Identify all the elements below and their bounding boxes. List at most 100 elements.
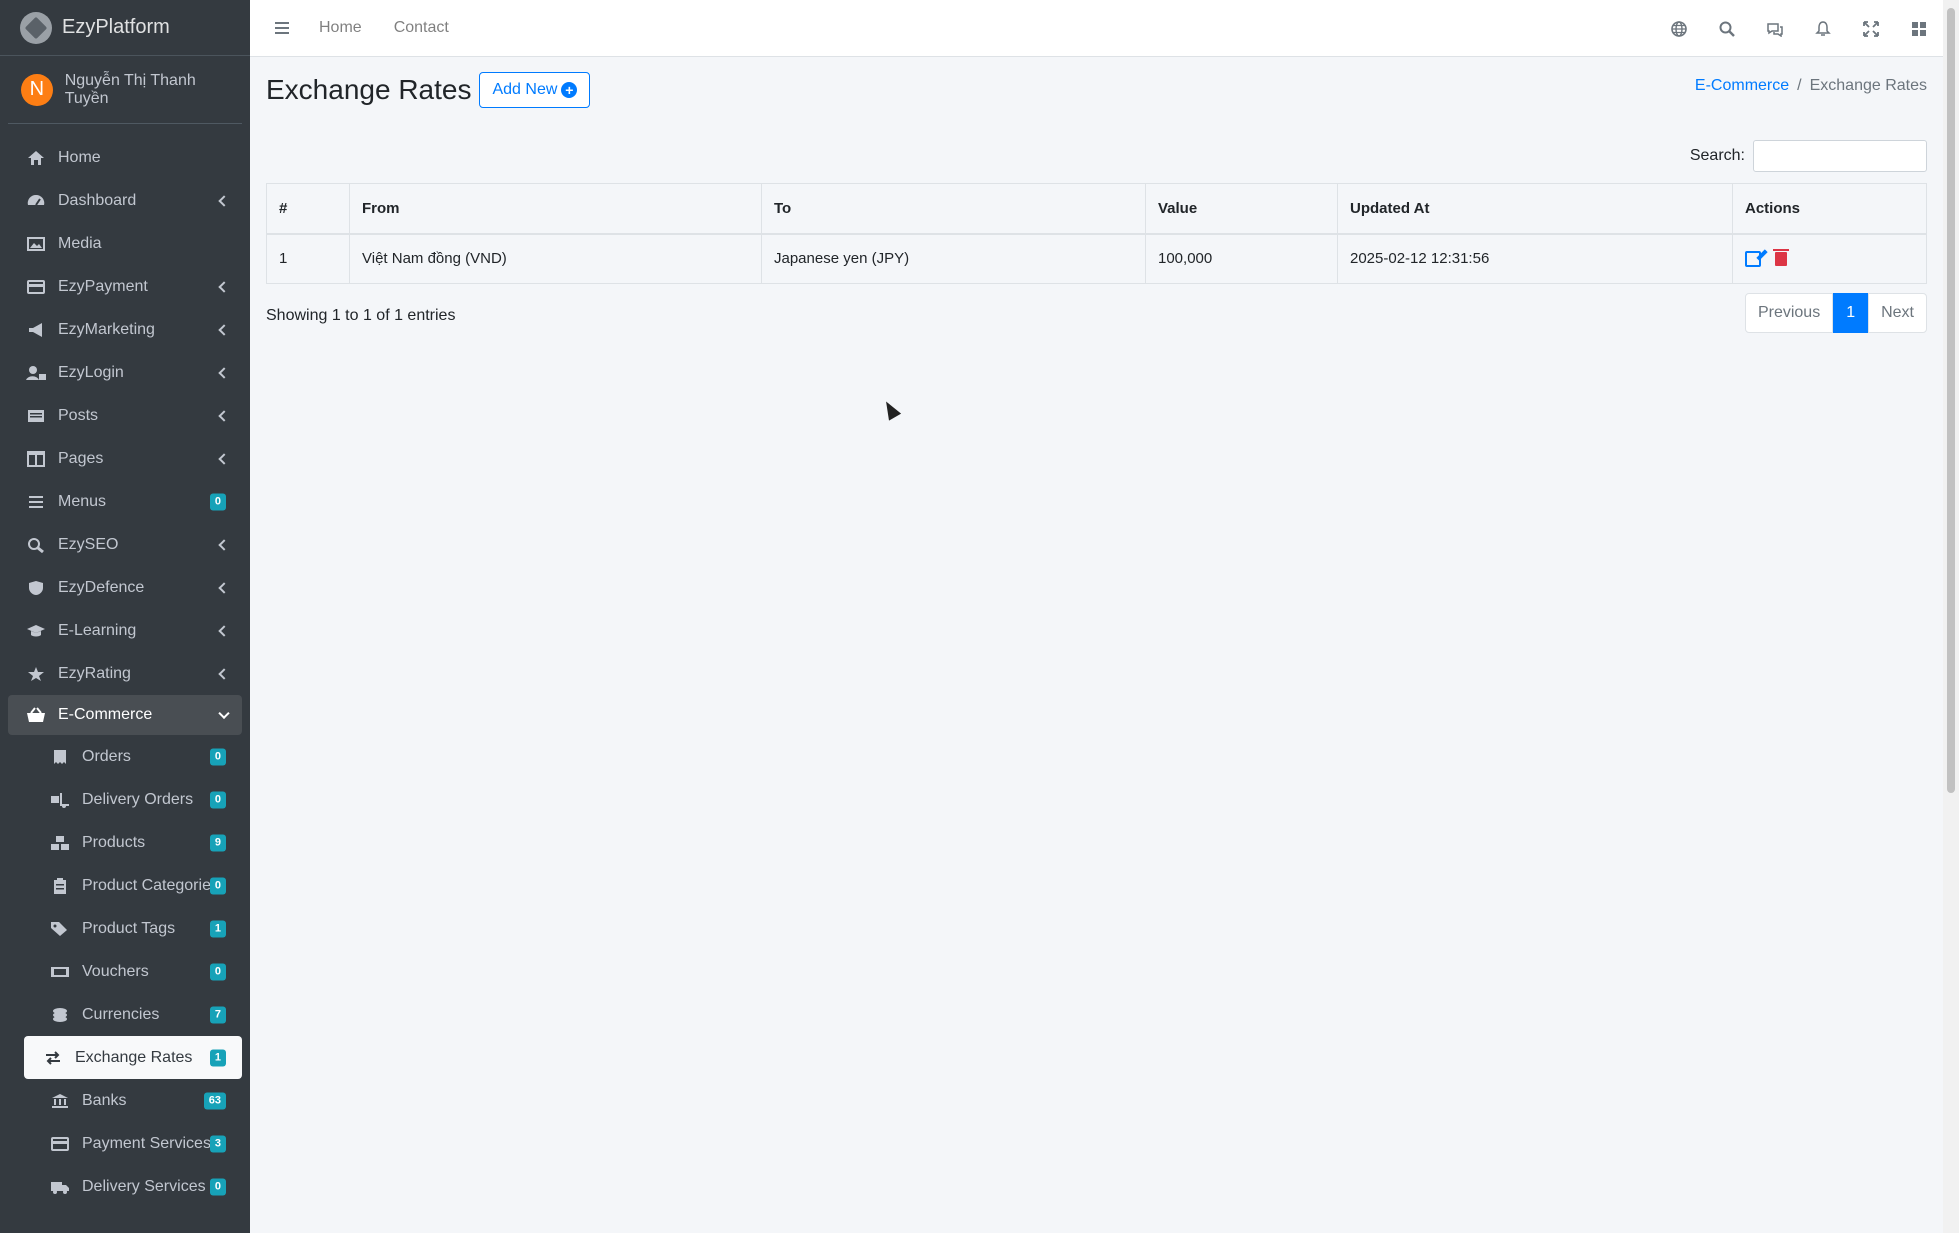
breadcrumb-ecommerce[interactable]: E-Commerce bbox=[1695, 77, 1789, 95]
page-1-button[interactable]: 1 bbox=[1833, 293, 1869, 333]
top-link-contact[interactable]: Contact bbox=[394, 19, 449, 37]
sidebar-item-ezyrating[interactable]: EzyRating bbox=[8, 652, 242, 695]
sidebar-item-vouchers[interactable]: Vouchers 0 bbox=[8, 950, 242, 993]
sidebar-item-posts[interactable]: Posts bbox=[8, 394, 242, 437]
cell-value: 100,000 bbox=[1145, 233, 1338, 284]
avatar: N bbox=[21, 73, 53, 106]
sidebar-item-product-tags[interactable]: Product Tags 1 bbox=[8, 907, 242, 950]
sidebar-item-label: EzyDefence bbox=[58, 578, 145, 596]
graduation-cap-icon bbox=[26, 621, 46, 641]
hamburger-menu-icon[interactable] bbox=[275, 22, 291, 34]
top-icons bbox=[1655, 0, 1943, 57]
sidebar-item-label: EzyPayment bbox=[58, 277, 148, 295]
sidebar-item-exchange-rates[interactable]: Exchange Rates 1 bbox=[24, 1036, 242, 1079]
column-header-value[interactable]: Value bbox=[1145, 183, 1338, 235]
sidebar-item-label: EzyMarketing bbox=[58, 320, 155, 338]
sidebar-item-label: Vouchers bbox=[82, 962, 149, 980]
dashboard-icon bbox=[26, 191, 46, 211]
sidebar-item-label: EzyRating bbox=[58, 664, 131, 682]
receipt-icon bbox=[50, 747, 70, 767]
user-panel[interactable]: N Nguyễn Thị Thanh Tuyền bbox=[8, 56, 242, 124]
search-label: Search: bbox=[1689, 147, 1745, 164]
ticket-icon bbox=[50, 962, 70, 982]
chevron-left-icon bbox=[218, 624, 230, 637]
search-row: Search: bbox=[266, 133, 1927, 179]
plus-circle-icon: + bbox=[561, 82, 578, 98]
sidebar-item-label: Currencies bbox=[82, 1005, 160, 1023]
image-icon bbox=[26, 234, 46, 254]
count-badge: 1 bbox=[209, 1049, 226, 1066]
sidebar-item-label: Pages bbox=[58, 449, 104, 467]
sidebar-item-payment-services[interactable]: Payment Services 3 bbox=[8, 1122, 242, 1165]
count-badge: 0 bbox=[209, 1178, 226, 1195]
expand-icon[interactable] bbox=[1847, 9, 1895, 49]
sidebar-item-pages[interactable]: Pages bbox=[8, 437, 242, 480]
search-icon[interactable] bbox=[1703, 9, 1751, 49]
sidebar-item-label: EzyLogin bbox=[58, 363, 124, 381]
column-header-actions: Actions bbox=[1732, 183, 1927, 235]
chevron-left-icon bbox=[218, 581, 230, 594]
breadcrumb-current: Exchange Rates bbox=[1809, 77, 1927, 94]
sidebar-item-banks[interactable]: Banks 63 bbox=[8, 1079, 242, 1122]
grid-icon[interactable] bbox=[1895, 9, 1943, 49]
count-badge: 7 bbox=[209, 1006, 226, 1023]
column-header-updated-at[interactable]: Updated At bbox=[1337, 183, 1733, 235]
sidebar-item-ezydefence[interactable]: EzyDefence bbox=[8, 566, 242, 609]
sidebar-item-home[interactable]: Home bbox=[8, 136, 242, 179]
sidebar-item-ezymarketing[interactable]: EzyMarketing bbox=[8, 308, 242, 351]
previous-page-button[interactable]: Previous bbox=[1744, 293, 1834, 333]
add-new-button[interactable]: Add New + bbox=[479, 72, 591, 108]
user-name: Nguyễn Thị Thanh Tuyền bbox=[64, 71, 196, 107]
user-lock-icon bbox=[26, 363, 46, 383]
column-header-to[interactable]: To bbox=[761, 183, 1146, 235]
sidebar-item-label: EzySEO bbox=[58, 535, 119, 553]
page-title: Exchange Rates bbox=[266, 74, 472, 105]
sidebar-item-media[interactable]: Media bbox=[8, 222, 242, 265]
search-plus-icon bbox=[26, 535, 46, 555]
bank-icon bbox=[50, 1091, 70, 1111]
brand-link[interactable]: EzyPlatform bbox=[0, 0, 250, 56]
add-new-label: Add New bbox=[492, 81, 558, 98]
scrollbar-thumb[interactable] bbox=[1947, 8, 1955, 793]
globe-icon[interactable] bbox=[1655, 9, 1703, 49]
truck-icon bbox=[50, 1177, 70, 1197]
sidebar-item-ezylogin[interactable]: EzyLogin bbox=[8, 351, 242, 394]
sidebar-item-elearning[interactable]: E-Learning bbox=[8, 609, 242, 652]
search-input[interactable] bbox=[1753, 140, 1927, 172]
count-badge: 3 bbox=[209, 1135, 226, 1152]
column-header-from[interactable]: From bbox=[349, 183, 762, 235]
sidebar-item-delivery-orders[interactable]: Delivery Orders 0 bbox=[8, 778, 242, 821]
count-badge: 0 bbox=[209, 877, 226, 894]
next-page-button[interactable]: Next bbox=[1868, 293, 1927, 333]
sidebar-item-label: Menus bbox=[58, 492, 107, 510]
count-badge: 0 bbox=[209, 748, 226, 765]
sidebar-item-delivery-services[interactable]: Delivery Services 0 bbox=[8, 1165, 242, 1208]
sidebar-item-products[interactable]: Products 9 bbox=[8, 821, 242, 864]
trash-icon[interactable] bbox=[1773, 249, 1790, 267]
top-navbar: Home Contact bbox=[250, 0, 1943, 57]
newspaper-icon bbox=[26, 406, 46, 426]
chevron-down-icon bbox=[218, 707, 230, 720]
sidebar-item-menus[interactable]: Menus 0 bbox=[8, 480, 242, 523]
chevron-left-icon bbox=[218, 366, 230, 379]
sidebar-item-dashboard[interactable]: Dashboard bbox=[8, 179, 242, 222]
count-badge: 0 bbox=[209, 791, 226, 808]
chevron-left-icon bbox=[218, 280, 230, 293]
brand-logo-icon bbox=[20, 11, 52, 44]
chevron-left-icon bbox=[218, 452, 230, 465]
pagination: Previous 1 Next bbox=[1744, 293, 1927, 333]
sidebar-item-ezypayment[interactable]: EzyPayment bbox=[8, 265, 242, 308]
sidebar-item-ezyseo[interactable]: EzySEO bbox=[8, 523, 242, 566]
sidebar-item-orders[interactable]: Orders 0 bbox=[8, 735, 242, 778]
comments-icon[interactable] bbox=[1751, 9, 1799, 49]
edit-icon[interactable] bbox=[1745, 251, 1761, 268]
sidebar-item-currencies[interactable]: Currencies 7 bbox=[8, 993, 242, 1036]
sidebar-item-ecommerce[interactable]: E-Commerce bbox=[8, 695, 242, 735]
column-header-number[interactable]: # bbox=[266, 183, 350, 235]
top-link-home[interactable]: Home bbox=[319, 19, 362, 37]
sidebar: EzyPlatform N Nguyễn Thị Thanh Tuyền Hom… bbox=[0, 0, 250, 1233]
chevron-left-icon bbox=[218, 667, 230, 680]
page-scrollbar[interactable] bbox=[1943, 0, 1959, 1233]
bell-icon[interactable] bbox=[1799, 9, 1847, 49]
sidebar-item-product-categories[interactable]: Product Categories 0 bbox=[8, 864, 242, 907]
